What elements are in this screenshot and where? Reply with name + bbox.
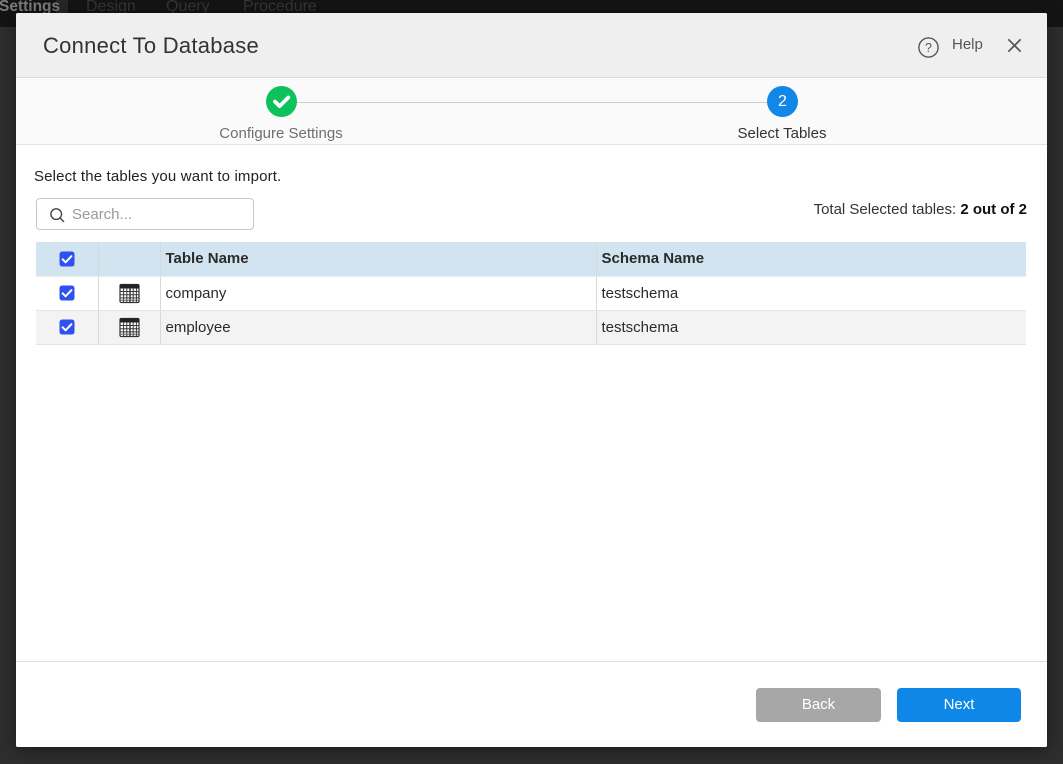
svg-text:?: ? <box>925 41 932 55</box>
